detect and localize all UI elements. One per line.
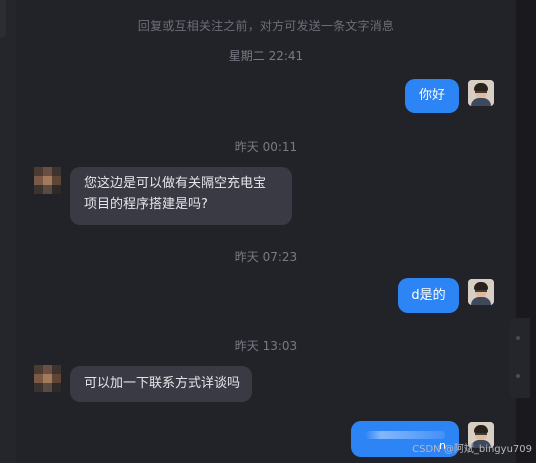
contact-message-bubble[interactable]: 可以加一下联系方式详谈吗 — [70, 366, 252, 402]
contact-message-bubble[interactable]: 您这边是可以做有关隔空充电宝项目的程序搭建是吗? — [70, 167, 292, 225]
contact-avatar[interactable] — [34, 167, 62, 195]
conversation-list-edge — [0, 0, 16, 463]
my-message-bubble[interactable]: 你好 — [405, 79, 459, 113]
system-notice: 回复或互相关注之前，对方可发送一条文字消息 — [137, 19, 395, 33]
timestamp: 昨天 00:11 — [234, 140, 298, 154]
contact-avatar[interactable] — [34, 365, 62, 393]
timestamp: 昨天 13:03 — [234, 339, 298, 353]
watermark: CSDN @阿斌_bingyu709 — [412, 444, 532, 455]
list-item-edge[interactable] — [0, 0, 6, 38]
my-message-bubble[interactable]: d是的 — [398, 278, 459, 313]
my-avatar[interactable] — [468, 80, 494, 106]
chat-window: 回复或互相关注之前，对方可发送一条文字消息 星期二 22:41 你好 昨天 00… — [0, 0, 536, 463]
side-panel-toggle[interactable] — [510, 318, 530, 398]
my-avatar[interactable] — [468, 279, 494, 305]
timestamp: 星期二 22:41 — [228, 49, 304, 63]
toggle-dot-icon — [516, 336, 520, 340]
toggle-dot-icon — [516, 374, 520, 378]
timestamp: 昨天 07:23 — [234, 250, 298, 264]
redacted-text — [365, 431, 445, 439]
